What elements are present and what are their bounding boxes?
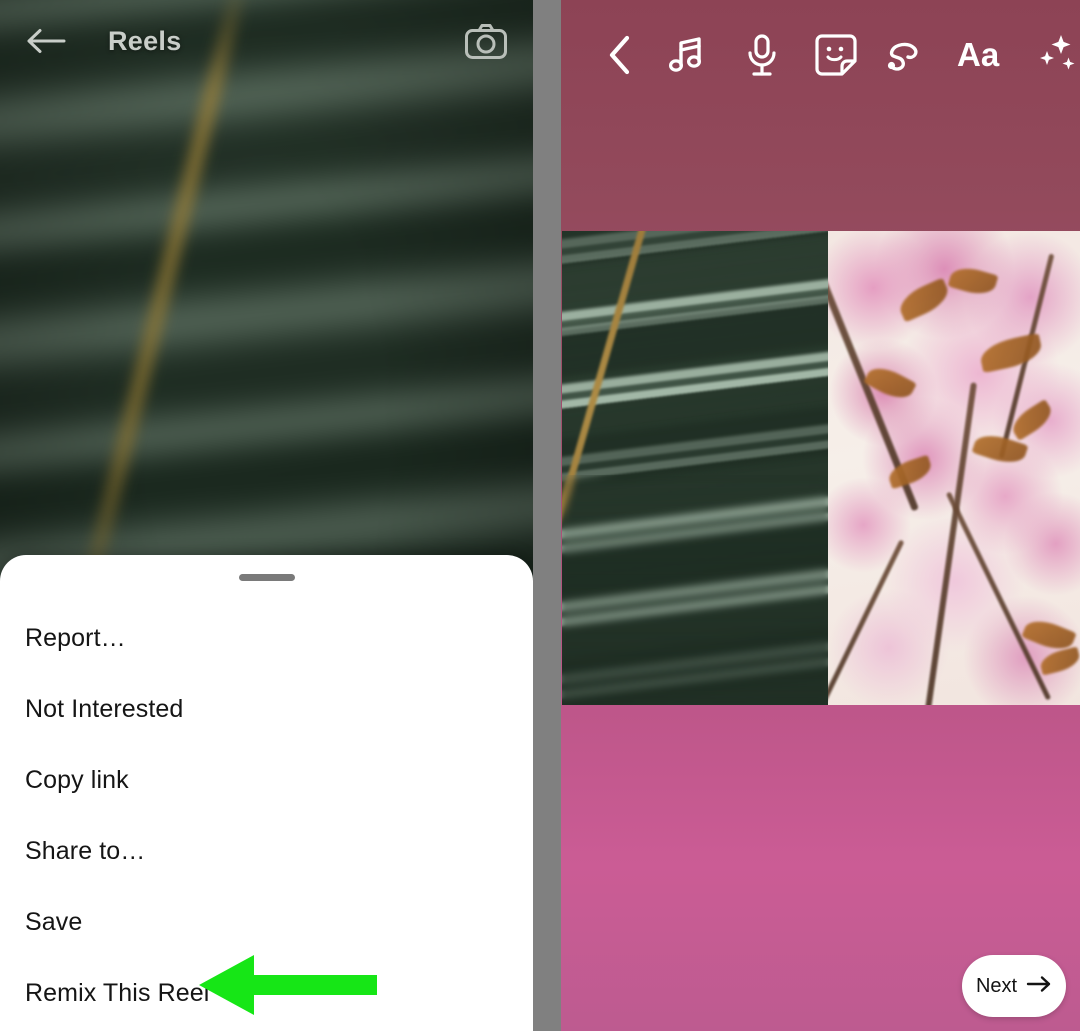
back-arrow-icon[interactable] bbox=[22, 17, 70, 65]
music-note-icon[interactable] bbox=[651, 20, 725, 90]
drag-handle[interactable] bbox=[238, 574, 295, 581]
screenshot-root: Reels Report… Not Interested Copy link S… bbox=[0, 0, 1080, 1031]
options-menu-list: Report… Not Interested Copy link Share t… bbox=[0, 603, 533, 1029]
sparkles-icon[interactable] bbox=[1021, 20, 1080, 90]
menu-item-save[interactable]: Save bbox=[0, 887, 533, 958]
fern-photo[interactable] bbox=[562, 231, 828, 705]
camera-icon[interactable] bbox=[461, 16, 511, 66]
panel-divider bbox=[533, 0, 561, 1031]
arrow-right-icon bbox=[1026, 975, 1052, 998]
menu-item-copy-link[interactable]: Copy link bbox=[0, 745, 533, 816]
next-button[interactable]: Next bbox=[962, 955, 1066, 1017]
options-bottom-sheet: Report… Not Interested Copy link Share t… bbox=[0, 555, 533, 1031]
back-chevron-icon[interactable] bbox=[589, 20, 651, 90]
media-strip bbox=[562, 231, 1080, 705]
cherry-blossom-photo[interactable] bbox=[828, 231, 1080, 705]
menu-item-not-interested[interactable]: Not Interested bbox=[0, 674, 533, 745]
menu-item-report[interactable]: Report… bbox=[0, 603, 533, 674]
reels-viewer-panel: Reels Report… Not Interested Copy link S… bbox=[0, 0, 533, 1031]
text-aa-icon[interactable]: Aa bbox=[947, 20, 1021, 90]
editor-toolbar: Aa bbox=[561, 0, 1080, 110]
menu-item-share-to[interactable]: Share to… bbox=[0, 816, 533, 887]
draw-squiggle-icon[interactable] bbox=[873, 20, 947, 90]
svg-text:Aa: Aa bbox=[957, 36, 1000, 73]
next-button-label: Next bbox=[975, 974, 1018, 997]
microphone-icon[interactable] bbox=[725, 20, 799, 90]
reels-topbar: Reels bbox=[0, 0, 533, 82]
page-title: Reels bbox=[108, 25, 182, 56]
fern-depth-blur bbox=[562, 475, 828, 705]
reel-editor-panel: Aa Next bbox=[561, 0, 1080, 1031]
menu-item-remix-this-reel[interactable]: Remix This Reel bbox=[0, 958, 533, 1029]
sticker-smiley-icon[interactable] bbox=[799, 20, 873, 90]
